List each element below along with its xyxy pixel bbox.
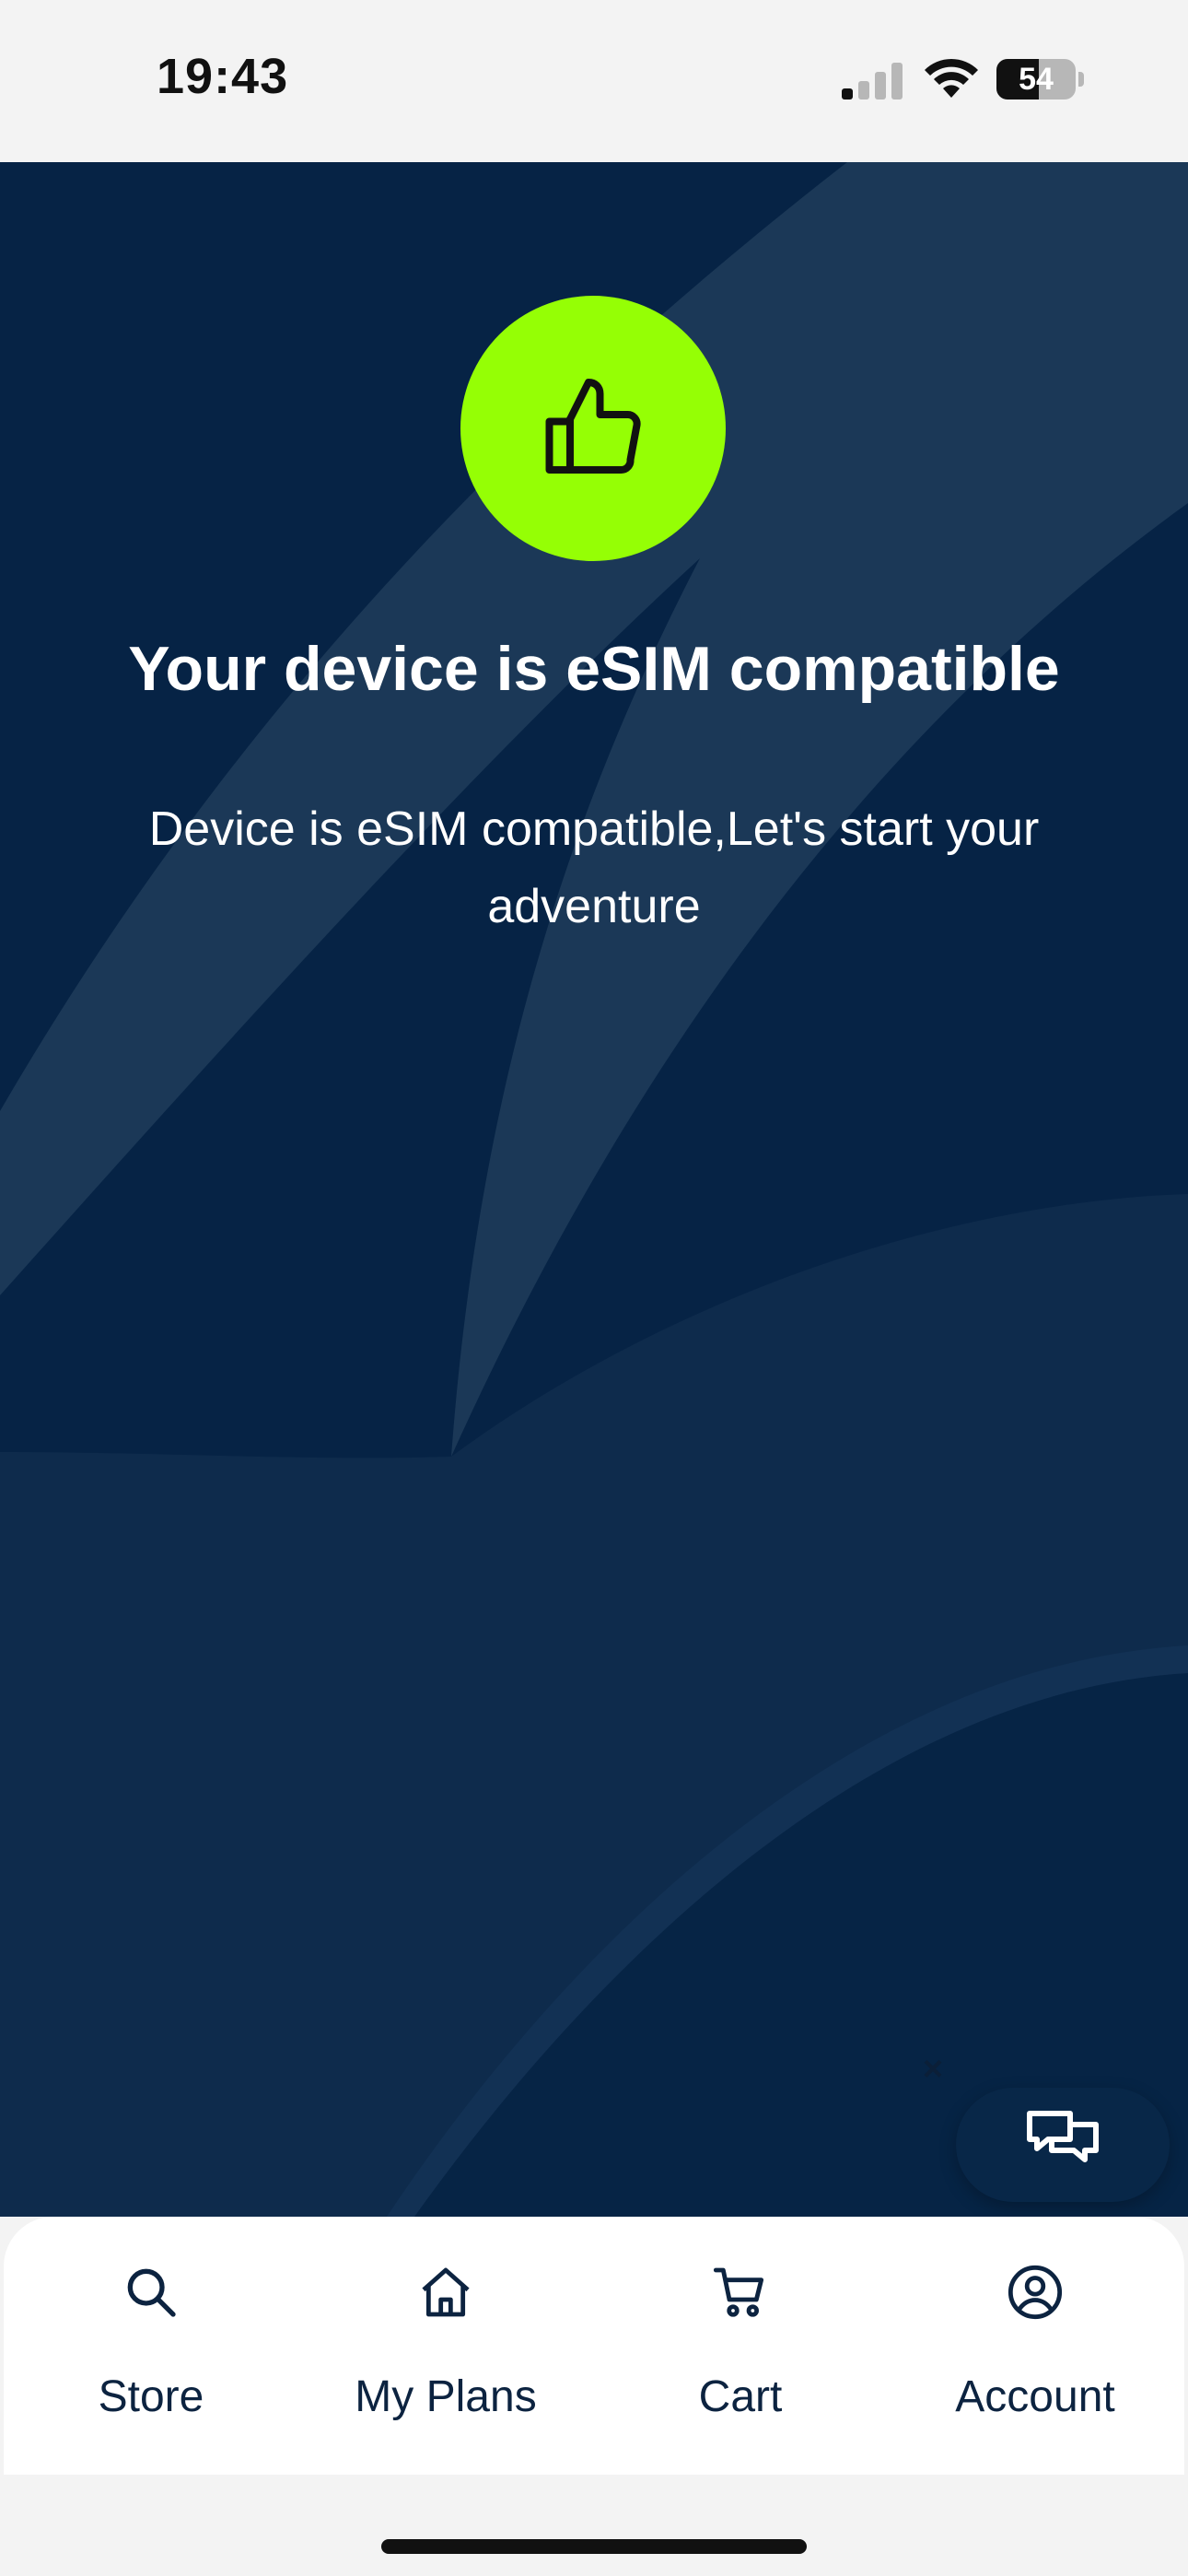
close-icon[interactable]: × [916, 2052, 949, 2087]
home-indicator[interactable] [381, 2539, 807, 2554]
success-badge [460, 296, 726, 561]
search-icon [127, 2268, 176, 2317]
chat-button[interactable] [956, 2088, 1170, 2202]
chat-bubbles-icon [1027, 2111, 1099, 2162]
cart-icon [713, 2267, 764, 2317]
nav-item-account[interactable]: Account [888, 2217, 1182, 2475]
esim-compatible-screen: 19:43 54 Your device is eSIM compatible … [0, 0, 1188, 2576]
bottom-navigation: Store My Plans Cart Account [4, 2217, 1184, 2475]
nav-label-account: Account [955, 2372, 1115, 2421]
battery-icon: 54 [996, 59, 1076, 100]
hero-panel: Your device is eSIM compatible Device is… [0, 162, 1188, 2217]
battery-percent: 54 [1019, 62, 1054, 97]
nav-label-cart: Cart [698, 2372, 783, 2421]
thumbs-up-icon [545, 379, 641, 474]
nav-label-store: Store [98, 2372, 204, 2421]
home-icon [422, 2267, 470, 2317]
nav-item-cart[interactable]: Cart [593, 2217, 888, 2475]
page-subtitle: Device is eSIM compatible,Let's start yo… [148, 802, 1040, 933]
page-title: Your device is eSIM compatible [128, 634, 1060, 704]
status-bar: 19:43 54 [0, 0, 1188, 162]
wifi-icon [925, 58, 978, 98]
battery-tip [1078, 72, 1084, 87]
account-icon [1007, 2265, 1063, 2320]
status-time: 19:43 [157, 49, 289, 104]
nav-item-store[interactable]: Store [4, 2217, 298, 2475]
signal-icon [842, 63, 903, 100]
nav-item-my-plans[interactable]: My Plans [298, 2217, 593, 2475]
nav-label-my-plans: My Plans [355, 2372, 537, 2421]
